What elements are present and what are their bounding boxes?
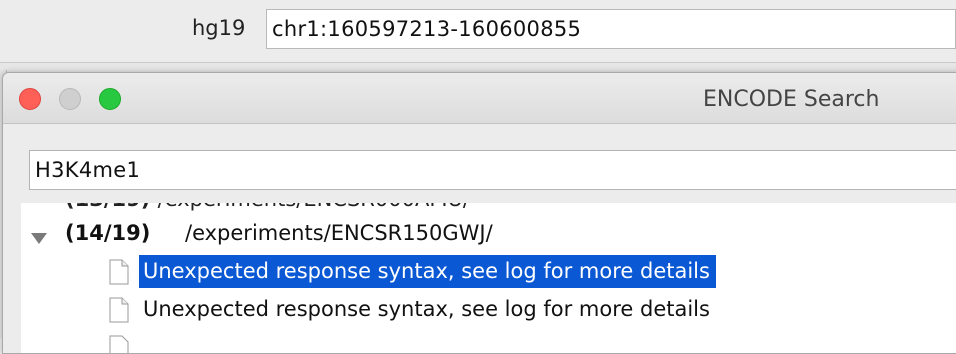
dialog-title: ENCODE Search xyxy=(703,87,880,112)
search-input[interactable]: H3K4me1 xyxy=(29,150,956,190)
encode-search-dialog: ENCODE Search H3K4me1 (13/19) /experimen… xyxy=(2,72,956,354)
minimize-window-button[interactable] xyxy=(59,88,81,110)
node-path: /experiments/ENCSR150GWJ/ xyxy=(185,221,493,245)
document-icon xyxy=(109,259,129,285)
document-icon xyxy=(109,297,129,323)
results-tree[interactable]: (13/19) /experiments/ENCSR000AMU/ (14/19… xyxy=(21,203,956,353)
expanded-triangle-icon[interactable] xyxy=(31,233,47,244)
tree-node-experiment[interactable]: (14/19) /experiments/ENCSR150GWJ/ xyxy=(21,203,956,245)
maximize-window-button[interactable] xyxy=(99,88,121,110)
node-count: (14/19) xyxy=(65,221,151,245)
genome-selector[interactable]: hg19 xyxy=(192,16,245,40)
main-toolbar: hg19 chr1:160597213-160600855 xyxy=(0,0,956,62)
tree-leaf[interactable]: Unexpected response syntax, see log for … xyxy=(21,297,956,333)
close-window-button[interactable] xyxy=(19,88,41,110)
locus-input[interactable]: chr1:160597213-160600855 xyxy=(266,9,956,49)
tree-leaf[interactable]: Unexpected response syntax, see log for … xyxy=(21,255,956,295)
dialog-titlebar[interactable]: ENCODE Search xyxy=(3,73,956,124)
leaf-label: Unexpected response syntax, see log for … xyxy=(143,297,710,321)
leaf-label: Unexpected response syntax, see log for … xyxy=(139,255,716,288)
